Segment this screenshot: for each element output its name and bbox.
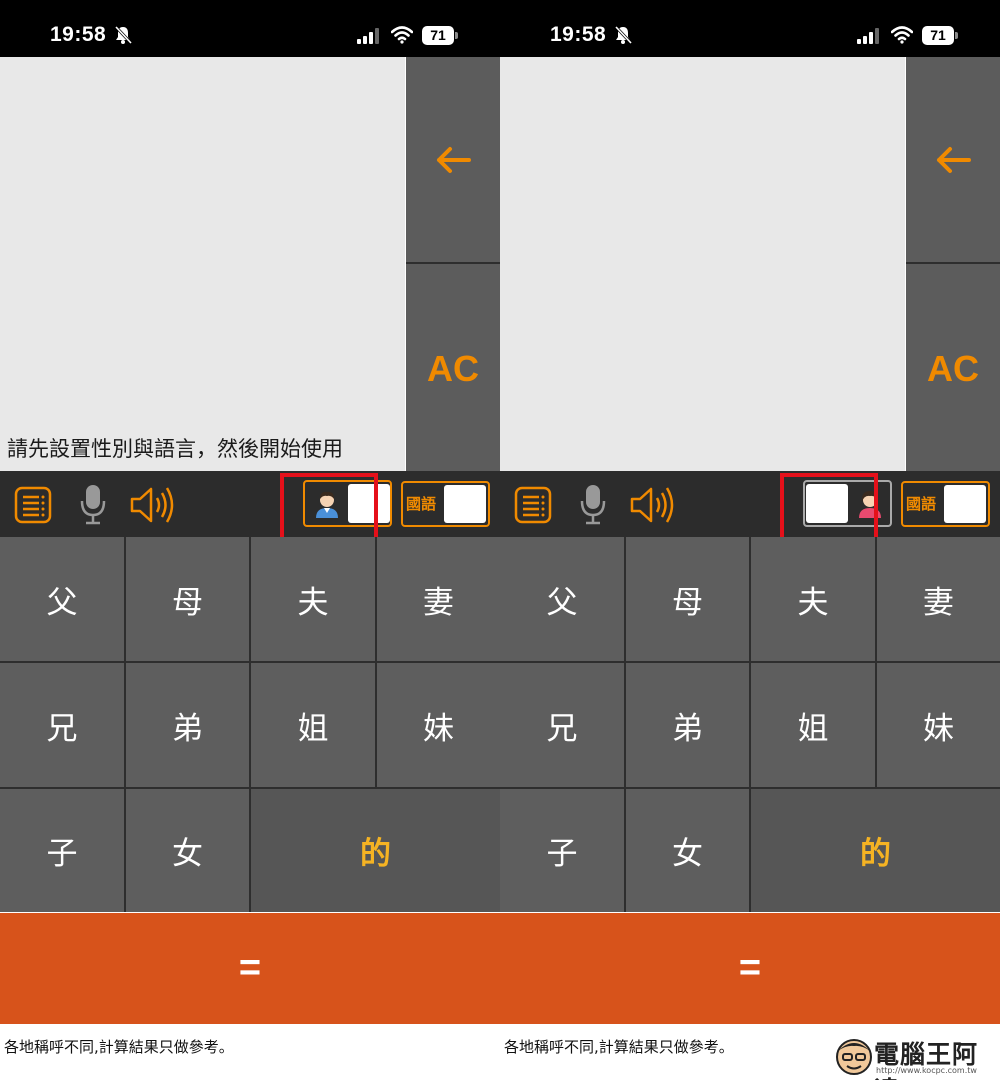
side-keys: AC <box>906 57 1000 471</box>
key-mother[interactable]: 母 <box>126 537 249 661</box>
result-display <box>500 57 905 471</box>
key-younger-sister[interactable]: 妹 <box>377 663 500 787</box>
toolbar: 國語 <box>500 471 1000 546</box>
key-older-sister[interactable]: 姐 <box>751 663 875 787</box>
key-older-sister[interactable]: 姐 <box>251 663 375 787</box>
highlight-box <box>280 473 378 546</box>
mascot-logo-icon <box>836 1039 872 1075</box>
keypad: 父 母 夫 妻 兄 弟 姐 妹 子 女 的 <box>500 537 1000 912</box>
key-daughter[interactable]: 女 <box>626 789 749 912</box>
keypad: 父 母 夫 妻 兄 弟 姐 妹 子 女 的 <box>0 537 500 912</box>
watermark-url: http://www.kocpc.com.tw <box>876 1066 977 1075</box>
cellular-signal-icon <box>857 28 879 44</box>
list-menu-icon[interactable] <box>514 486 552 524</box>
key-wife[interactable]: 妻 <box>877 537 1000 661</box>
microphone-icon[interactable] <box>79 483 107 525</box>
highlight-box <box>780 473 878 546</box>
silent-bell-icon <box>114 25 133 45</box>
key-older-brother[interactable]: 兄 <box>0 663 124 787</box>
setup-hint-text: 請先設置性別與語言，然後開始使用 <box>7 437 343 461</box>
status-time: 19:58 <box>550 23 607 46</box>
key-son[interactable]: 子 <box>500 789 624 912</box>
backspace-button[interactable] <box>406 57 500 264</box>
language-toggle-knob <box>944 485 986 523</box>
backspace-button[interactable] <box>906 57 1000 264</box>
status-bar: 19:58 71 <box>0 0 500 57</box>
language-toggle[interactable]: 國語 <box>901 481 990 527</box>
cellular-signal-icon <box>357 28 379 44</box>
microphone-icon[interactable] <box>579 483 607 525</box>
key-son[interactable]: 子 <box>0 789 124 912</box>
side-keys: AC <box>406 57 500 471</box>
toolbar: 國語 <box>0 471 500 546</box>
key-de[interactable]: 的 <box>251 789 500 912</box>
language-toggle[interactable]: 國語 <box>401 481 490 527</box>
status-time: 19:58 <box>50 23 107 46</box>
arrow-left-icon <box>937 146 971 173</box>
key-younger-brother[interactable]: 弟 <box>126 663 249 787</box>
key-husband[interactable]: 夫 <box>251 537 375 661</box>
key-mother[interactable]: 母 <box>626 537 749 661</box>
phone-screen-left: 19:58 71 請先設置性別與語言，然後開始使用 AC 國語 父 母 夫 妻 … <box>0 0 500 1080</box>
arrow-left-icon <box>437 146 471 173</box>
key-older-brother[interactable]: 兄 <box>500 663 624 787</box>
key-de[interactable]: 的 <box>751 789 1000 912</box>
clear-all-button[interactable]: AC <box>406 266 500 471</box>
key-younger-sister[interactable]: 妹 <box>877 663 1000 787</box>
status-bar: 19:58 71 <box>500 0 1000 57</box>
clear-all-button[interactable]: AC <box>906 266 1000 471</box>
phone-screen-right: 19:58 71 AC 國語 父 母 夫 妻 兄 弟 姐 妹 子 女 的 = 各… <box>500 0 1000 1080</box>
key-wife[interactable]: 妻 <box>377 537 500 661</box>
key-father[interactable]: 父 <box>500 537 624 661</box>
speaker-icon[interactable] <box>629 485 677 525</box>
key-daughter[interactable]: 女 <box>126 789 249 912</box>
silent-bell-icon <box>614 25 633 45</box>
wifi-icon <box>891 26 913 44</box>
language-toggle-knob <box>444 485 486 523</box>
language-label: 國語 <box>406 495 437 513</box>
battery-indicator: 71 <box>422 26 458 45</box>
key-husband[interactable]: 夫 <box>751 537 875 661</box>
key-younger-brother[interactable]: 弟 <box>626 663 749 787</box>
site-watermark: 電腦王阿達 http://www.kocpc.com.tw <box>832 1033 998 1080</box>
footer-note: 各地稱呼不同,計算結果只做參考。 <box>4 1038 234 1056</box>
battery-indicator: 71 <box>922 26 958 45</box>
equals-button[interactable]: = <box>0 913 500 1024</box>
key-father[interactable]: 父 <box>0 537 124 661</box>
list-menu-icon[interactable] <box>14 486 52 524</box>
equals-button[interactable]: = <box>500 913 1000 1024</box>
speaker-icon[interactable] <box>129 485 177 525</box>
language-label: 國語 <box>906 495 937 513</box>
result-display: 請先設置性別與語言，然後開始使用 <box>0 57 405 471</box>
wifi-icon <box>391 26 413 44</box>
footer-note: 各地稱呼不同,計算結果只做參考。 <box>504 1038 734 1056</box>
